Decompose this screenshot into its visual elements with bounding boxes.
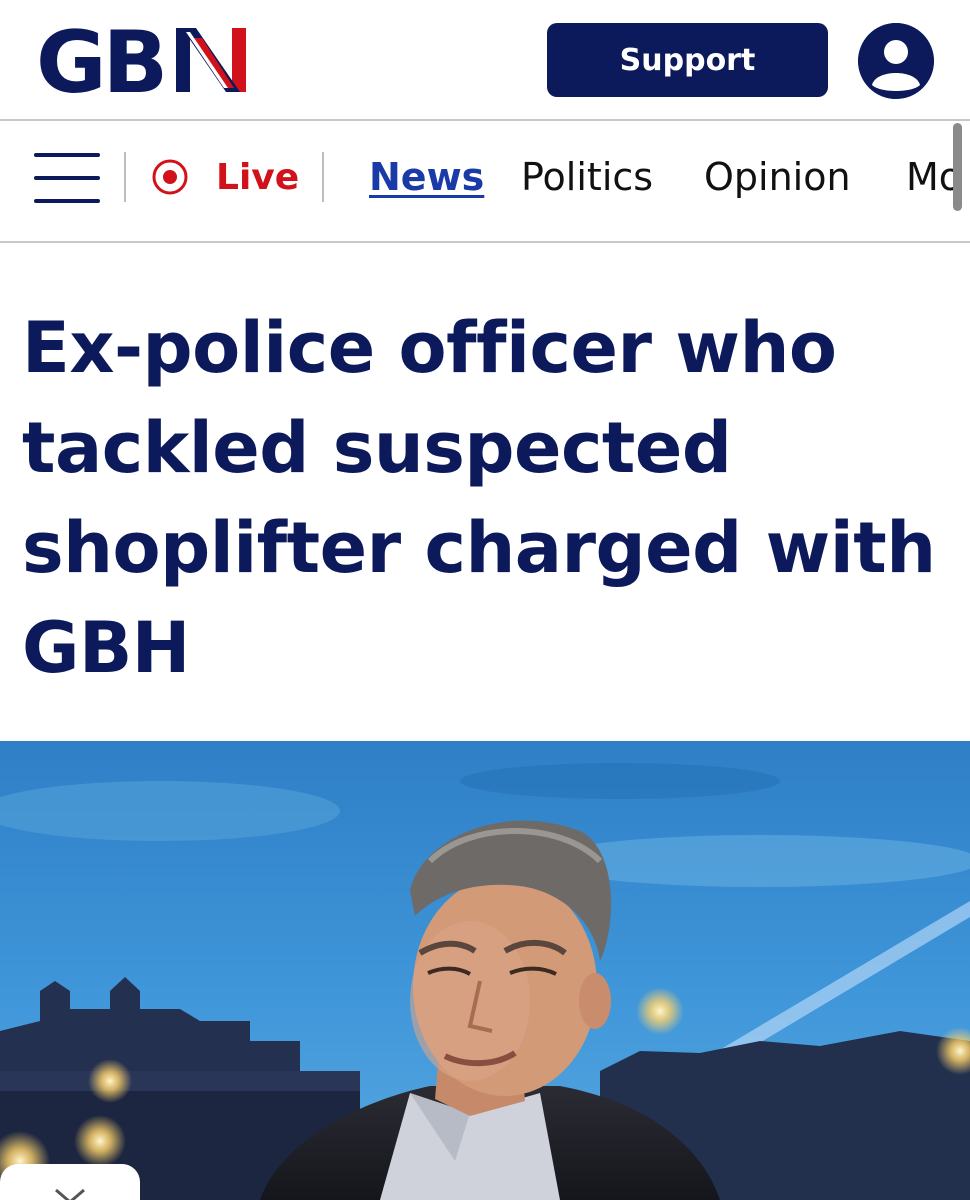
user-icon (858, 23, 934, 99)
svg-text:GB: GB (36, 22, 164, 98)
headline-line: GBH (22, 607, 190, 689)
article-headline: Ex-police officer who tackled suspected … (22, 298, 952, 698)
live-link[interactable]: Live (150, 151, 299, 203)
main-nav: Live News Politics Opinion Mo (0, 119, 970, 243)
nav-scrollbar[interactable] (953, 123, 962, 211)
nav-link-politics[interactable]: Politics (521, 149, 653, 205)
nav-link-news[interactable]: News (369, 149, 484, 205)
nav-link-opinion[interactable]: Opinion (704, 149, 851, 205)
support-button[interactable]: Support (547, 23, 828, 97)
headline-line: shoplifter charged with (22, 507, 936, 589)
nav-divider (322, 152, 324, 202)
live-record-icon (152, 159, 188, 195)
ad-close-button[interactable] (0, 1164, 140, 1200)
hamburger-menu-icon[interactable] (34, 153, 100, 203)
site-header: GB Support (0, 0, 970, 120)
live-label: Live (216, 156, 300, 198)
gbn-logo[interactable]: GB (36, 22, 250, 98)
close-icon (55, 1188, 85, 1200)
headline-line: Ex-police officer who (22, 307, 837, 389)
headline-line: tackled suspected (22, 407, 732, 489)
hero-image (0, 741, 970, 1200)
account-button[interactable] (858, 23, 934, 99)
nav-divider (124, 152, 126, 202)
